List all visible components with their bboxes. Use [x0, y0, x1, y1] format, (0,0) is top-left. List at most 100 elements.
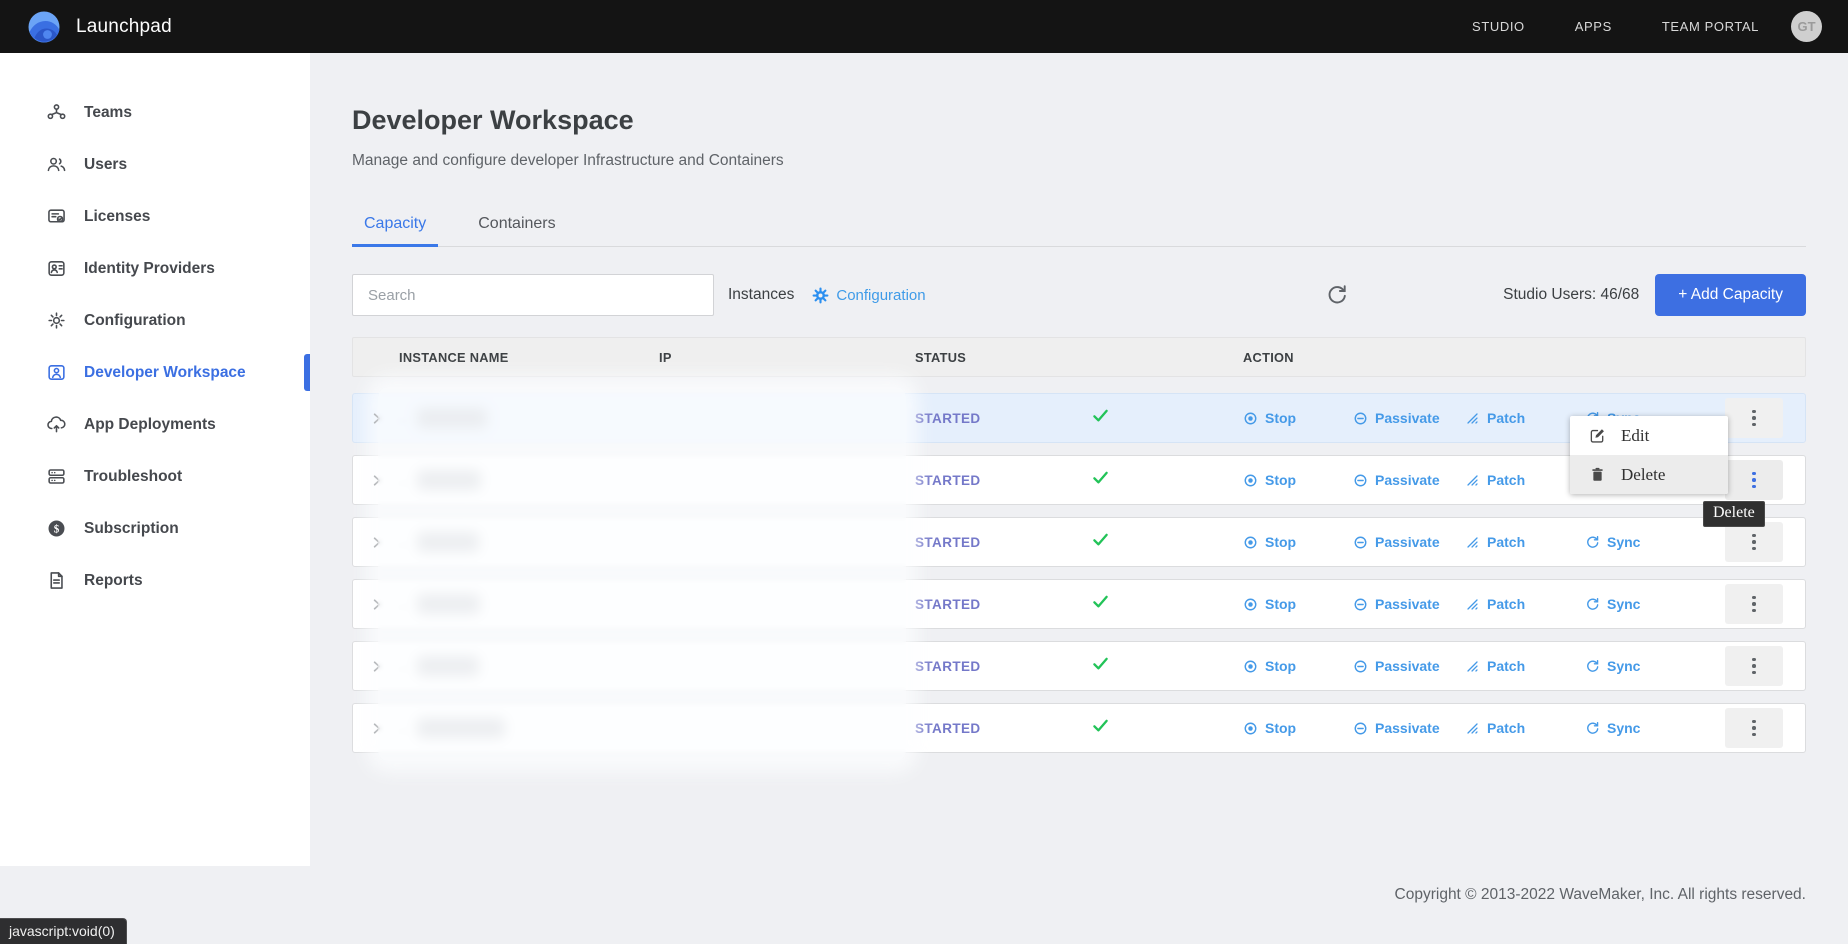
avatar[interactable]: GT [1791, 11, 1822, 42]
passivate-icon [1353, 659, 1368, 674]
row-expander-chevron-icon[interactable] [353, 597, 399, 612]
context-menu-item-delete[interactable]: Delete [1570, 455, 1728, 494]
action-label: Sync [1607, 720, 1640, 736]
column-header-status: STATUS [915, 350, 1091, 365]
action-patch[interactable]: Patch [1465, 534, 1585, 550]
nav-studio[interactable]: STUDIO [1472, 19, 1525, 34]
tab-capacity[interactable]: Capacity [352, 204, 438, 247]
sidebar-item-identity-providers[interactable]: Identity Providers [0, 249, 310, 288]
action-patch[interactable]: Patch [1465, 658, 1585, 674]
kebab-dot [1752, 534, 1756, 538]
action-label: Patch [1487, 534, 1525, 550]
row-expander-chevron-icon[interactable] [353, 721, 399, 736]
sidebar-item-label: Subscription [84, 520, 179, 538]
status-badge: STARTED [915, 721, 1091, 736]
brand[interactable]: Launchpad [26, 9, 172, 45]
sync-icon [1585, 535, 1600, 550]
action-label: Stop [1265, 720, 1296, 736]
row-expander-chevron-icon[interactable] [353, 535, 399, 550]
search-input[interactable] [352, 274, 714, 316]
sidebar-item-app-deployments[interactable]: App Deployments [0, 405, 310, 444]
kebab-dot [1752, 423, 1756, 427]
action-sync[interactable]: Sync [1585, 596, 1703, 612]
sidebar-item-teams[interactable]: Teams [0, 93, 310, 132]
action-stop[interactable]: Stop [1243, 596, 1353, 612]
action-passivate[interactable]: Passivate [1353, 534, 1465, 550]
kebab-dot [1752, 416, 1756, 420]
refresh-icon[interactable] [1326, 284, 1348, 306]
action-label: Patch [1487, 720, 1525, 736]
sidebar-item-reports[interactable]: Reports [0, 561, 310, 600]
add-capacity-button[interactable]: + Add Capacity [1655, 274, 1806, 316]
sidebar-item-configuration[interactable]: Configuration [0, 301, 310, 340]
action-patch[interactable]: Patch [1465, 596, 1585, 612]
kebab-menu-button[interactable] [1725, 584, 1783, 624]
row-expander-chevron-icon[interactable] [353, 659, 399, 674]
stop-icon [1243, 473, 1258, 488]
status-check-icon [1091, 406, 1243, 430]
sidebar-item-troubleshoot[interactable]: Troubleshoot [0, 457, 310, 496]
status-check-icon [1091, 468, 1243, 492]
action-patch[interactable]: Patch [1465, 720, 1585, 736]
action-patch[interactable]: Patch [1465, 410, 1585, 426]
tab-containers[interactable]: Containers [466, 204, 567, 247]
nav-apps[interactable]: APPS [1575, 19, 1612, 34]
action-passivate[interactable]: Passivate [1353, 720, 1465, 736]
action-label: Patch [1487, 658, 1525, 674]
action-sync[interactable]: Sync [1585, 658, 1703, 674]
action-patch[interactable]: Patch [1465, 472, 1585, 488]
nav-team-portal[interactable]: TEAM PORTAL [1662, 19, 1759, 34]
action-label: Patch [1487, 596, 1525, 612]
action-passivate[interactable]: Passivate [1353, 596, 1465, 612]
table-row[interactable]: ..STARTEDStopPassivatePatchSync [352, 579, 1806, 629]
context-menu-item-label: Delete [1621, 465, 1665, 485]
row-expander-chevron-icon[interactable] [353, 473, 399, 488]
action-stop[interactable]: Stop [1243, 472, 1353, 488]
row-expander-chevron-icon[interactable] [353, 411, 399, 426]
stop-icon [1243, 535, 1258, 550]
kebab-menu-button[interactable] [1725, 646, 1783, 686]
delete-icon [1589, 466, 1606, 483]
action-passivate[interactable]: Passivate [1353, 658, 1465, 674]
brand-title: Launchpad [76, 16, 172, 38]
passivate-icon [1353, 473, 1368, 488]
kebab-menu-button[interactable] [1725, 522, 1783, 562]
table-row[interactable]: ..STARTEDStopPassivatePatchSync [352, 703, 1806, 753]
table-row[interactable]: ..STARTEDStopPassivatePatchSync [352, 517, 1806, 567]
row-menu-cell [1703, 522, 1805, 562]
sync-icon [1585, 659, 1600, 674]
context-menu-item-edit[interactable]: Edit [1570, 416, 1728, 455]
stop-icon [1243, 721, 1258, 736]
action-sync[interactable]: Sync [1585, 534, 1703, 550]
redacted-instance-name [417, 408, 487, 428]
sidebar-item-users[interactable]: Users [0, 145, 310, 184]
sidebar-item-licenses[interactable]: Licenses [0, 197, 310, 236]
context-menu-item-label: Edit [1621, 426, 1649, 446]
instance-name-cell: .. [399, 532, 659, 552]
sync-icon [1585, 597, 1600, 612]
status-badge: STARTED [915, 473, 1091, 488]
kebab-menu-button[interactable] [1725, 460, 1783, 500]
action-stop[interactable]: Stop [1243, 410, 1353, 426]
kebab-menu-button[interactable] [1725, 708, 1783, 748]
kebab-dot [1752, 671, 1756, 675]
subscription-icon: $ [46, 518, 67, 539]
action-sync[interactable]: Sync [1585, 720, 1703, 736]
column-header-ip: IP [659, 350, 915, 365]
patch-icon [1465, 411, 1480, 426]
row-context-menu: Edit Delete [1570, 416, 1728, 494]
action-stop[interactable]: Stop [1243, 720, 1353, 736]
kebab-menu-button[interactable] [1725, 398, 1783, 438]
table-row[interactable]: ..STARTEDStopPassivatePatchSync [352, 641, 1806, 691]
action-stop[interactable]: Stop [1243, 534, 1353, 550]
app-deployments-icon [46, 414, 67, 435]
configuration-link[interactable]: Configuration [812, 287, 925, 304]
sidebar-item-subscription[interactable]: $ Subscription [0, 509, 310, 548]
sidebar-item-developer-workspace[interactable]: Developer Workspace [0, 353, 310, 392]
redacted-prefix: .. [399, 535, 408, 549]
action-stop[interactable]: Stop [1243, 658, 1353, 674]
action-passivate[interactable]: Passivate [1353, 410, 1465, 426]
action-passivate[interactable]: Passivate [1353, 472, 1465, 488]
status-badge: STARTED [915, 597, 1091, 612]
troubleshoot-icon [46, 466, 67, 487]
